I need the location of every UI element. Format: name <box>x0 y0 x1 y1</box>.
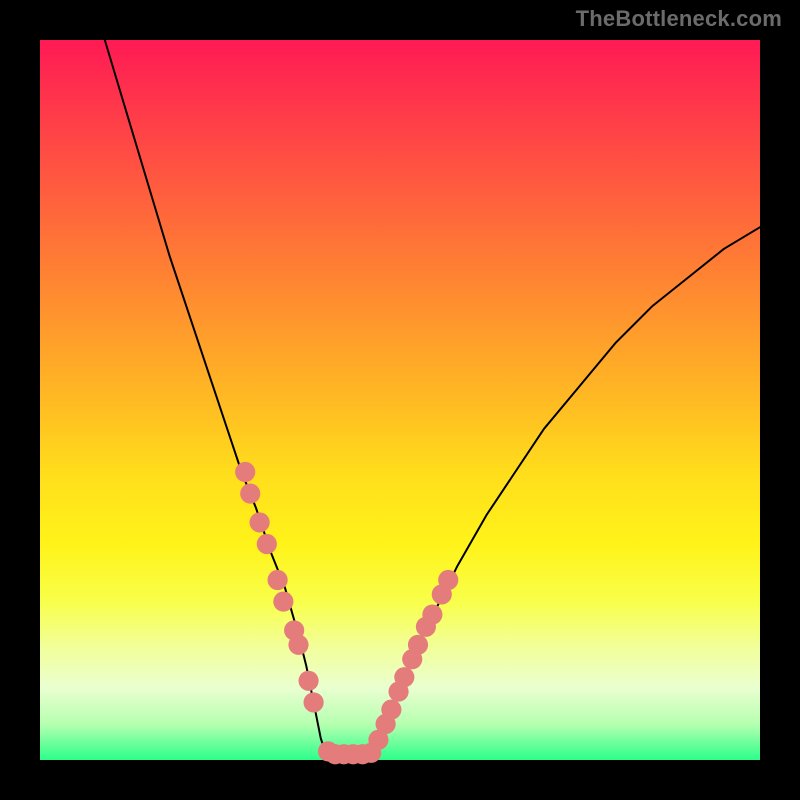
chart-overlay <box>40 40 760 760</box>
bottleneck-curve <box>105 40 760 760</box>
marker-dot <box>273 592 293 612</box>
marker-dot <box>438 570 458 590</box>
marker-dot <box>268 570 288 590</box>
marker-dot <box>240 484 260 504</box>
marker-dot <box>257 534 277 554</box>
highlighted-markers <box>235 462 458 764</box>
marker-dot <box>304 692 324 712</box>
watermark-text: TheBottleneck.com <box>576 6 782 32</box>
marker-dot <box>381 700 401 720</box>
marker-dot <box>288 635 308 655</box>
curve-path <box>105 40 760 760</box>
marker-dot <box>250 512 270 532</box>
marker-dot <box>422 604 442 624</box>
marker-dot <box>235 462 255 482</box>
marker-dot <box>394 667 414 687</box>
marker-dot <box>298 671 318 691</box>
marker-dot <box>408 635 428 655</box>
